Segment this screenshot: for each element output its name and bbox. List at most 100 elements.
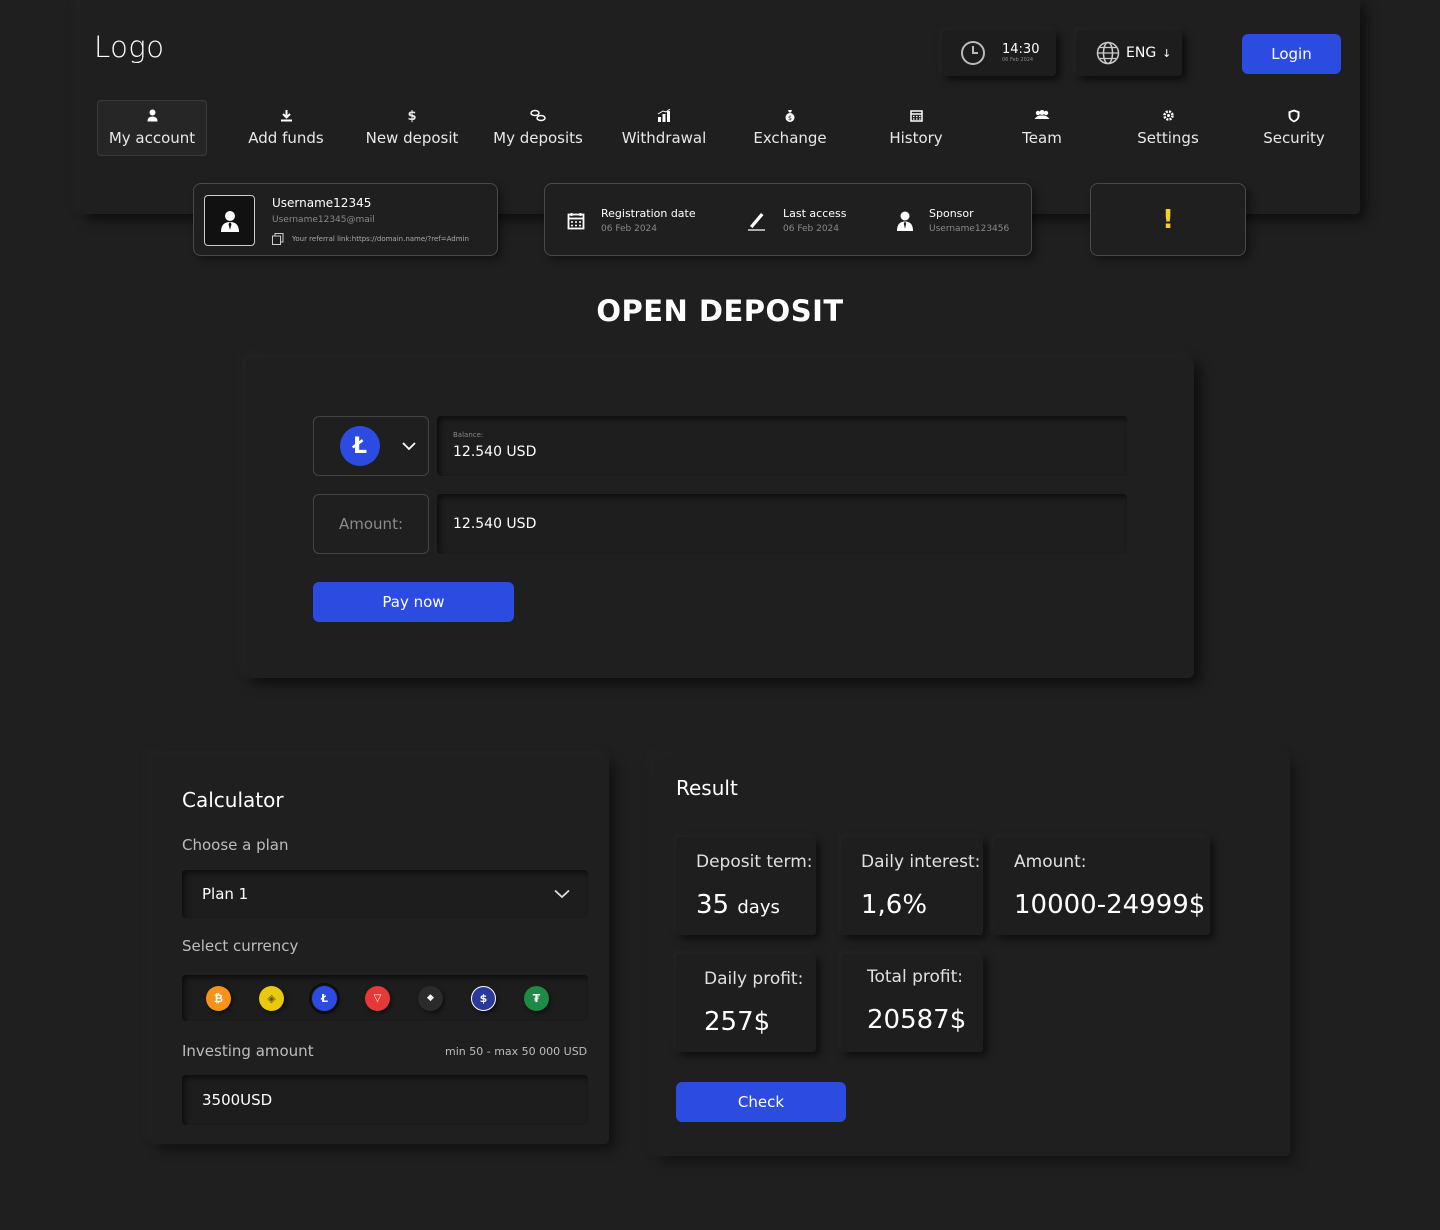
total-profit-label: Total profit: — [867, 967, 964, 987]
amount-input[interactable]: 12.540 USD — [437, 494, 1127, 554]
result-amount-label: Amount: — [1014, 852, 1087, 872]
last-access-label: Last access — [783, 207, 847, 220]
total-profit-box: Total profit: 20587$ — [841, 954, 983, 1052]
dollar-icon: $ — [407, 109, 417, 124]
language-selector[interactable]: ENG ↓ — [1076, 30, 1182, 76]
username: Username12345 — [272, 196, 372, 210]
term-unit: days — [737, 897, 780, 918]
term-label: Deposit term: — [696, 852, 813, 872]
ethereum-icon[interactable]: ◆ — [418, 985, 443, 1011]
team-icon — [1034, 109, 1050, 125]
nav-my-account[interactable]: My account — [97, 100, 207, 156]
term-number: 35 — [696, 890, 730, 920]
plan-select[interactable]: Plan 1 — [182, 870, 588, 918]
clock-date: 06 Feb 2024 — [1002, 57, 1034, 63]
calculator-title: Calculator — [182, 788, 284, 812]
nav-label: My account — [108, 129, 196, 147]
sponsor-info: Sponsor Username123456 — [897, 184, 1009, 257]
balance-field: Balance: 12.540 USD — [437, 416, 1127, 476]
sponsor-icon — [897, 211, 913, 231]
nav-my-deposits[interactable]: My deposits — [475, 100, 601, 156]
calendar-icon — [909, 109, 923, 125]
shield-icon — [1288, 109, 1300, 125]
daily-interest-box: Daily interest: 1,6% — [841, 837, 983, 935]
last-access-info: Last access 06 Feb 2024 — [747, 184, 846, 257]
logo[interactable]: Logo — [94, 30, 165, 64]
user-avatar-icon — [220, 210, 239, 232]
clock-time: 14:30 — [1002, 42, 1040, 57]
total-profit-value: 20587$ — [867, 1005, 967, 1035]
usdc-icon[interactable]: $ — [471, 985, 496, 1011]
registration-info: Registration date 06 Feb 2024 — [567, 184, 696, 257]
login-button[interactable]: Login — [1242, 34, 1341, 74]
tether-icon[interactable]: ₮ — [524, 985, 549, 1011]
interest-label: Daily interest: — [861, 852, 981, 872]
clock-icon — [961, 41, 985, 65]
nav-label: Security — [1263, 129, 1325, 147]
currency-picker: ₿ ◈ Ł ▽ ◆ $ ₮ — [182, 975, 588, 1021]
amount-value: 12.540 USD — [453, 516, 537, 532]
daily-profit-label: Daily profit: — [704, 969, 804, 989]
currency-select[interactable]: Ł — [313, 416, 429, 476]
term-value: 35 days — [696, 890, 780, 920]
balance-label: Balance: — [453, 431, 484, 439]
language-label: ENG — [1126, 45, 1157, 61]
bnb-icon[interactable]: ◈ — [259, 985, 284, 1011]
nav-add-funds[interactable]: Add funds — [223, 100, 349, 156]
referral-text: Your referral link:https://domain.name/?… — [292, 235, 469, 243]
pay-now-button[interactable]: Pay now — [313, 582, 514, 622]
nav-label: Add funds — [248, 129, 324, 147]
avatar[interactable] — [204, 195, 255, 246]
litecoin-icon: Ł — [340, 426, 380, 466]
interest-value: 1,6% — [861, 890, 928, 920]
nav-withdrawal[interactable]: Withdrawal — [601, 100, 727, 156]
nav-label: My deposits — [493, 129, 583, 147]
currency-label: Select currency — [182, 937, 299, 955]
result-title: Result — [676, 776, 738, 800]
main-nav: My account Add funds $ New deposit My de… — [97, 100, 1357, 156]
invest-hint: min 50 - max 50 000 USD — [445, 1045, 588, 1058]
invest-label: Investing amount — [182, 1042, 314, 1060]
nav-label: Exchange — [753, 129, 827, 147]
amount-label: Amount: — [313, 494, 429, 554]
nav-label: History — [889, 129, 943, 147]
chevron-down-icon — [554, 889, 570, 899]
nav-exchange[interactable]: $ Exchange — [727, 100, 853, 156]
sponsor-value: Username123456 — [929, 224, 1010, 234]
copy-icon[interactable] — [272, 233, 284, 245]
last-access-value: 06 Feb 2024 — [783, 224, 840, 234]
tron-icon[interactable]: ▽ — [365, 985, 390, 1011]
chart-icon — [657, 108, 671, 125]
result-amount-value: 10000-24999$ — [1014, 890, 1206, 920]
nav-new-deposit[interactable]: $ New deposit — [349, 100, 475, 156]
svg-text:$: $ — [788, 115, 792, 122]
account-info-card: Registration date 06 Feb 2024 Last acces… — [544, 183, 1032, 256]
plan-value: Plan 1 — [202, 885, 249, 903]
invest-input[interactable]: 3500USD — [182, 1075, 588, 1125]
invest-value: 3500USD — [202, 1091, 273, 1109]
notification-card[interactable]: ! — [1090, 183, 1246, 256]
nav-team[interactable]: Team — [979, 100, 1105, 156]
nav-label: Withdrawal — [621, 129, 707, 147]
user-email: Username12345@mail — [272, 215, 375, 225]
amount-box: Amount: 10000-24999$ — [994, 837, 1210, 935]
daily-profit-box: Daily profit: 257$ — [676, 954, 816, 1052]
download-icon — [280, 109, 293, 125]
check-button[interactable]: Check — [676, 1082, 846, 1122]
daily-profit-value: 257$ — [704, 1007, 771, 1037]
litecoin-icon[interactable]: Ł — [309, 982, 340, 1014]
clock-widget: 14:30 06 Feb 2024 — [942, 30, 1056, 76]
nav-label: New deposit — [365, 129, 459, 147]
registration-value: 06 Feb 2024 — [601, 224, 658, 234]
pen-icon — [748, 212, 765, 231]
nav-settings[interactable]: Settings — [1105, 100, 1231, 156]
calendar-icon — [567, 212, 585, 229]
nav-security[interactable]: Security — [1231, 100, 1357, 156]
nav-label: Settings — [1137, 129, 1199, 147]
warning-icon: ! — [1162, 204, 1174, 235]
nav-history[interactable]: History — [853, 100, 979, 156]
referral-link[interactable]: Your referral link:https://domain.name/?… — [272, 233, 469, 245]
user-icon — [147, 109, 158, 125]
bitcoin-icon[interactable]: ₿ — [206, 985, 231, 1011]
plan-label: Choose a plan — [182, 836, 289, 854]
